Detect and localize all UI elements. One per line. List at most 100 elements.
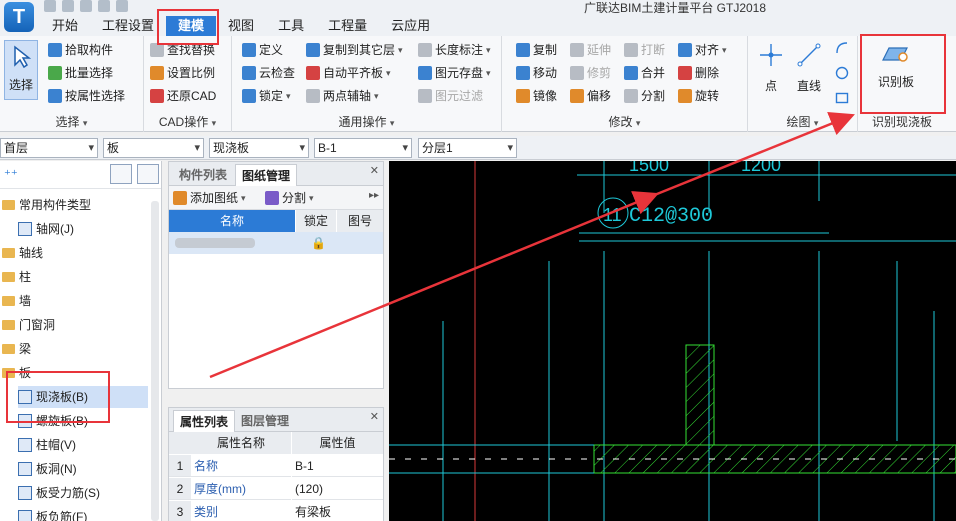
align-button[interactable]: 对齐 ▾ bbox=[678, 40, 727, 60]
restore-cad-button[interactable]: 还原CAD bbox=[150, 86, 216, 106]
tree-item[interactable]: 柱帽(V) bbox=[18, 434, 76, 456]
cad-drawing-canvas[interactable]: 1500 1200 11 C12@300 bbox=[389, 161, 956, 521]
line-button[interactable]: 直线 bbox=[794, 42, 824, 94]
split-button[interactable]: 分割 bbox=[624, 86, 665, 106]
row-index: 2 bbox=[169, 478, 191, 500]
app-logo[interactable]: T bbox=[4, 2, 34, 32]
tree-folder[interactable]: 柱 bbox=[2, 266, 31, 288]
offset-button[interactable]: 偏移 bbox=[570, 86, 611, 106]
element-save-button[interactable]: 图元存盘 ▾ bbox=[418, 63, 491, 83]
property-value[interactable]: B-1 bbox=[292, 455, 383, 477]
menu-start[interactable]: 开始 bbox=[40, 16, 90, 36]
close-icon[interactable]: ✕ bbox=[370, 164, 379, 177]
menu-tools[interactable]: 工具 bbox=[266, 16, 316, 36]
expand-icon[interactable]: ⁺⁺ bbox=[4, 167, 18, 183]
lock-button[interactable]: 锁定 ▾ bbox=[242, 86, 291, 106]
merge-button[interactable]: 合并 bbox=[624, 63, 665, 83]
type-select[interactable]: 现浇板 bbox=[209, 138, 309, 158]
property-value[interactable]: 有梁板 bbox=[292, 501, 383, 521]
arc-icon[interactable] bbox=[834, 40, 850, 56]
menu-cloud[interactable]: 云应用 bbox=[379, 16, 442, 36]
more-icon[interactable]: ▸▸ bbox=[369, 190, 379, 201]
two-point-axis-button[interactable]: 两点辅轴 ▾ bbox=[306, 86, 379, 106]
card-view-icon[interactable] bbox=[137, 164, 159, 184]
tree-item[interactable]: 现浇板(B) bbox=[18, 386, 148, 408]
add-drawing-button[interactable]: 添加图纸 ▾ bbox=[173, 188, 246, 208]
length-dimension-button[interactable]: 长度标注 ▾ bbox=[418, 40, 491, 60]
floor-select[interactable]: 首层 bbox=[0, 138, 98, 158]
close-icon[interactable]: ✕ bbox=[370, 410, 379, 423]
tab-component-list[interactable]: 构件列表 bbox=[173, 164, 233, 186]
component-icon bbox=[18, 222, 32, 236]
tab-drawing-management[interactable]: 图纸管理 bbox=[235, 164, 298, 186]
tab-property-list[interactable]: 属性列表 bbox=[173, 410, 236, 432]
lock-icon bbox=[242, 89, 256, 103]
redo-icon[interactable] bbox=[80, 0, 92, 12]
tree-folder[interactable]: 板 bbox=[2, 362, 31, 384]
menu-modeling[interactable]: 建模 bbox=[166, 16, 217, 36]
menu-view[interactable]: 视图 bbox=[216, 16, 266, 36]
print-icon[interactable] bbox=[116, 0, 128, 12]
filter-icon bbox=[418, 89, 432, 103]
define-button[interactable]: 定义 bbox=[242, 40, 283, 60]
rectangle-icon[interactable] bbox=[834, 90, 850, 106]
point-button[interactable]: 点 bbox=[756, 42, 786, 94]
copy-to-other-floor-button[interactable]: 复制到其它层 ▾ bbox=[306, 40, 403, 60]
select-button[interactable]: 选择 bbox=[4, 40, 38, 100]
copy-button[interactable]: 复制 bbox=[516, 40, 557, 60]
cloud-check-button[interactable]: 云检查 bbox=[242, 63, 295, 83]
undo-icon[interactable] bbox=[62, 0, 74, 12]
split-drawing-button[interactable]: 分割 ▾ bbox=[265, 188, 314, 208]
category-select[interactable]: 板 bbox=[103, 138, 204, 158]
copy-to-other-floor-label: 复制到其它层 bbox=[323, 43, 396, 57]
tree-folder[interactable]: 轴线 bbox=[2, 242, 43, 264]
tree-scrollbar[interactable] bbox=[151, 201, 159, 521]
tree-item-label: 梁 bbox=[19, 342, 32, 356]
table-row[interactable]: 🔒 bbox=[169, 232, 383, 254]
property-name: 类别 bbox=[191, 501, 291, 521]
auto-align-slab-button[interactable]: 自动平齐板 ▾ bbox=[306, 63, 391, 83]
tab-layer-management[interactable]: 图层管理 bbox=[235, 410, 295, 432]
tree-item[interactable]: 板受力筋(S) bbox=[18, 482, 100, 504]
find-replace-button[interactable]: 查找替换 bbox=[150, 40, 215, 60]
length-dimension-label: 长度标注 bbox=[435, 43, 484, 57]
list-view-icon[interactable] bbox=[110, 164, 132, 184]
break-button[interactable]: 打断 bbox=[624, 40, 665, 60]
extend-button[interactable]: 延伸 bbox=[570, 40, 611, 60]
tree-folder[interactable]: 梁 bbox=[2, 338, 31, 360]
move-button[interactable]: 移动 bbox=[516, 63, 557, 83]
batch-select-label: 批量选择 bbox=[65, 66, 114, 80]
tree-folder[interactable]: 墙 bbox=[2, 290, 31, 312]
menu-quantity[interactable]: 工程量 bbox=[316, 16, 379, 36]
tree-item[interactable]: 板洞(N) bbox=[18, 458, 77, 480]
delete-button[interactable]: 删除 bbox=[678, 63, 719, 83]
layer-select[interactable]: 分层1 bbox=[418, 138, 517, 158]
property-value[interactable]: (120) bbox=[292, 478, 383, 500]
mirror-label: 镜像 bbox=[533, 89, 558, 103]
circle-icon[interactable] bbox=[834, 65, 850, 81]
tree-item-label: 现浇板(B) bbox=[36, 390, 88, 404]
open-icon[interactable] bbox=[98, 0, 110, 12]
trim-button[interactable]: 修剪 bbox=[570, 63, 611, 83]
recognize-slab-icon bbox=[882, 47, 908, 62]
set-scale-button[interactable]: 设置比例 bbox=[150, 63, 215, 83]
recognize-slab-button[interactable]: 识别板 bbox=[868, 40, 924, 90]
batch-select-button[interactable]: 批量选择 bbox=[48, 63, 113, 83]
tree-toolbar: ⁺⁺ bbox=[0, 161, 161, 189]
save-icon[interactable] bbox=[44, 0, 56, 12]
tree-item[interactable]: 螺旋板(B) bbox=[18, 410, 88, 432]
select-by-property-button[interactable]: 按属性选择 bbox=[48, 86, 125, 106]
tree-folder[interactable]: 门窗洞 bbox=[2, 314, 55, 336]
mirror-button[interactable]: 镜像 bbox=[516, 86, 557, 106]
pick-component-button[interactable]: 拾取构件 bbox=[48, 40, 113, 60]
tree-folder[interactable]: 常用构件类型 bbox=[2, 194, 91, 216]
rotate-button[interactable]: 旋转 bbox=[678, 86, 719, 106]
tree-item[interactable]: 板负筋(F) bbox=[18, 506, 87, 521]
element-select[interactable]: B-1 bbox=[314, 138, 412, 158]
group-label-common: 通用操作 ▾ bbox=[338, 115, 395, 129]
menu-project-settings[interactable]: 工程设置 bbox=[90, 16, 166, 36]
lock-icon[interactable]: 🔒 bbox=[311, 236, 326, 250]
tree-item[interactable]: 轴网(J) bbox=[18, 218, 74, 240]
element-filter-button[interactable]: 图元过滤 bbox=[418, 86, 483, 106]
line-icon bbox=[797, 43, 821, 67]
